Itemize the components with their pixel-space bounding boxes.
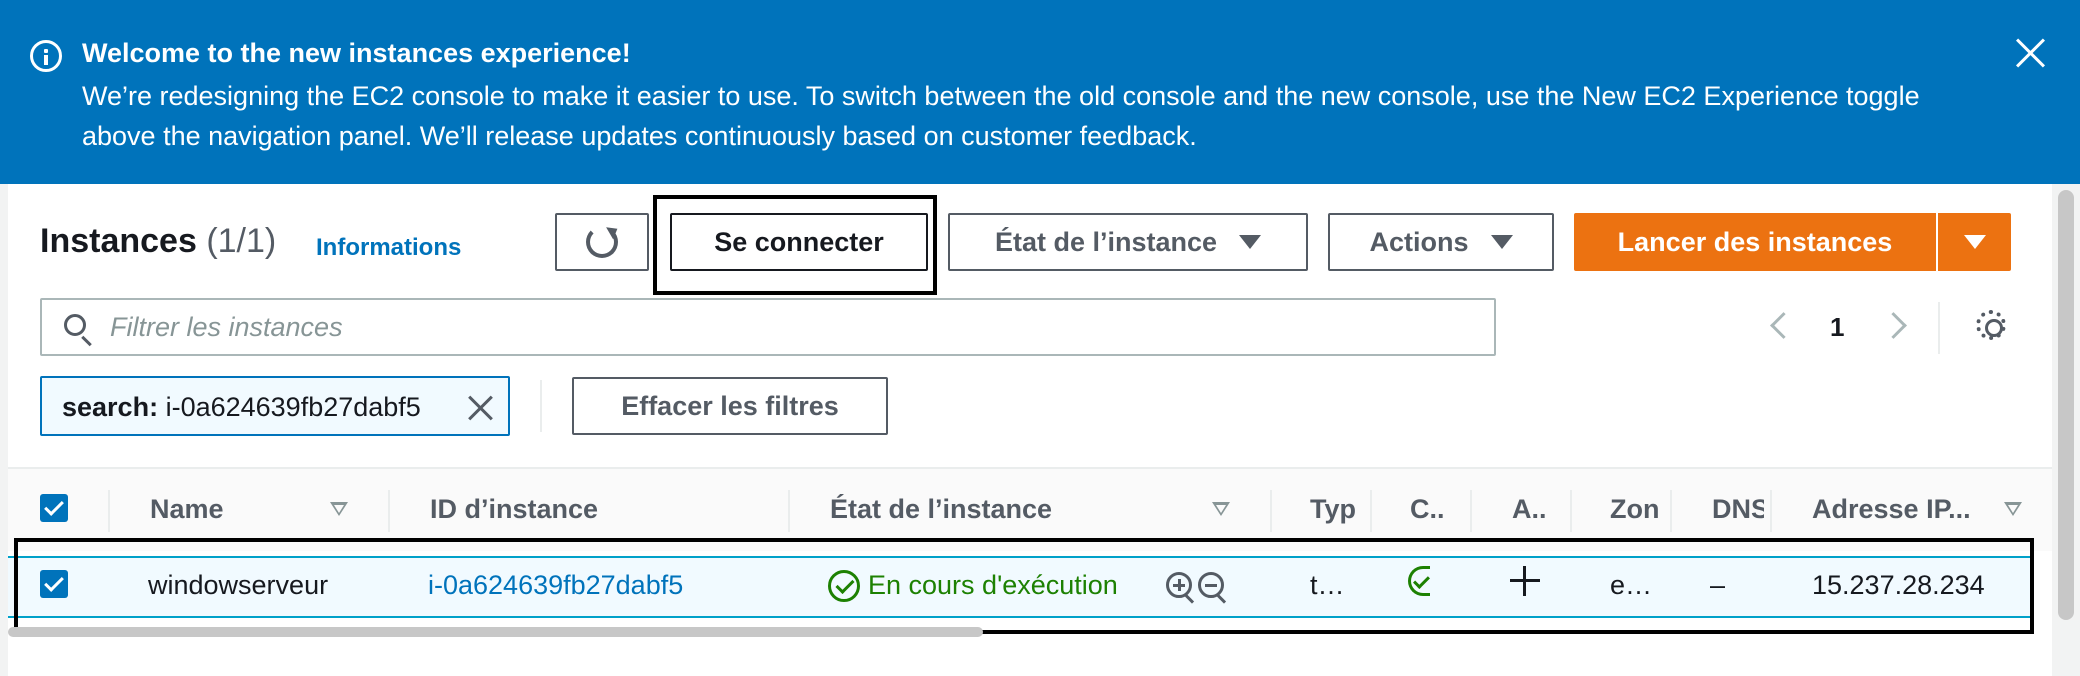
filter-token-key: search: — [62, 392, 159, 422]
column-header-instance-state[interactable]: État de l’instance — [830, 494, 1052, 525]
column-header-name[interactable]: Name — [150, 494, 224, 525]
horizontal-scrollbar[interactable] — [8, 627, 983, 637]
instance-state-label: État de l’instance — [994, 226, 1218, 257]
refresh-icon — [586, 226, 618, 258]
instance-state-dropdown[interactable]: État de l’instance — [948, 213, 1308, 271]
page-number[interactable]: 1 — [1830, 312, 1844, 343]
filter-token-text: search: i-0a624639fb27dabf5 — [62, 392, 421, 423]
banner-title: Welcome to the new instances experience! — [82, 38, 631, 68]
divider — [1938, 302, 1940, 354]
highlight-box-row — [14, 538, 2034, 634]
column-divider — [1470, 490, 1472, 532]
column-header-dns[interactable]: DNS — [1712, 494, 1764, 525]
actions-dropdown[interactable]: Actions — [1328, 213, 1554, 271]
column-divider — [388, 490, 390, 532]
search-input[interactable] — [110, 308, 1470, 346]
column-header-checks[interactable]: C.. — [1410, 494, 1462, 525]
select-all-checkbox[interactable] — [40, 494, 68, 522]
sort-icon[interactable] — [330, 502, 348, 516]
filter-search-box[interactable] — [40, 298, 1496, 356]
close-icon[interactable] — [466, 392, 496, 422]
page-title: Instances (1/1) — [40, 222, 276, 261]
column-divider — [1270, 490, 1272, 532]
column-header-zone[interactable]: Zon — [1610, 494, 1662, 525]
connect-button[interactable]: Se connecter — [670, 213, 928, 271]
banner-message: We’re redesigning the EC2 console to mak… — [82, 81, 1920, 151]
info-link[interactable]: Informations — [316, 234, 461, 262]
refresh-button[interactable] — [555, 213, 649, 271]
column-divider — [1770, 490, 1772, 532]
new-experience-banner: Welcome to the new instances experience!… — [0, 0, 2080, 184]
column-divider — [1570, 490, 1572, 532]
launch-instances-dropdown[interactable] — [1938, 213, 2011, 271]
column-header-instance-id[interactable]: ID d’instance — [430, 494, 598, 525]
column-divider — [108, 490, 110, 532]
info-icon — [30, 40, 62, 72]
column-header-type[interactable]: Typ — [1310, 494, 1362, 525]
sort-icon[interactable] — [1212, 502, 1230, 516]
column-header-ip-address[interactable]: Adresse IP... — [1812, 494, 1971, 525]
caret-down-icon — [1490, 235, 1513, 249]
chevron-left-icon[interactable] — [1770, 312, 1788, 340]
instance-count: (1/1) — [206, 222, 277, 260]
close-icon[interactable] — [2014, 36, 2048, 70]
page-title-text: Instances — [40, 222, 197, 260]
ec2-instances-page: Welcome to the new instances experience!… — [0, 0, 2080, 676]
search-icon — [64, 314, 86, 336]
filter-token-value: i-0a624639fb27dabf5 — [165, 392, 421, 422]
vertical-scrollbar[interactable] — [2058, 190, 2074, 620]
column-header-alarms[interactable]: A.. — [1512, 494, 1564, 525]
actions-label: Actions — [1369, 226, 1469, 257]
caret-down-icon — [1239, 235, 1262, 249]
clear-filters-button[interactable]: Effacer les filtres — [572, 377, 888, 435]
divider — [540, 380, 542, 432]
column-divider — [788, 490, 790, 532]
column-divider — [1670, 490, 1672, 532]
chevron-right-icon[interactable] — [1888, 312, 1906, 340]
sort-icon[interactable] — [2004, 502, 2022, 516]
launch-instances-button[interactable]: Lancer des instances — [1574, 213, 1936, 271]
filter-token: search: i-0a624639fb27dabf5 — [40, 376, 510, 436]
gear-icon[interactable] — [1976, 310, 2006, 340]
column-divider — [1370, 490, 1372, 532]
